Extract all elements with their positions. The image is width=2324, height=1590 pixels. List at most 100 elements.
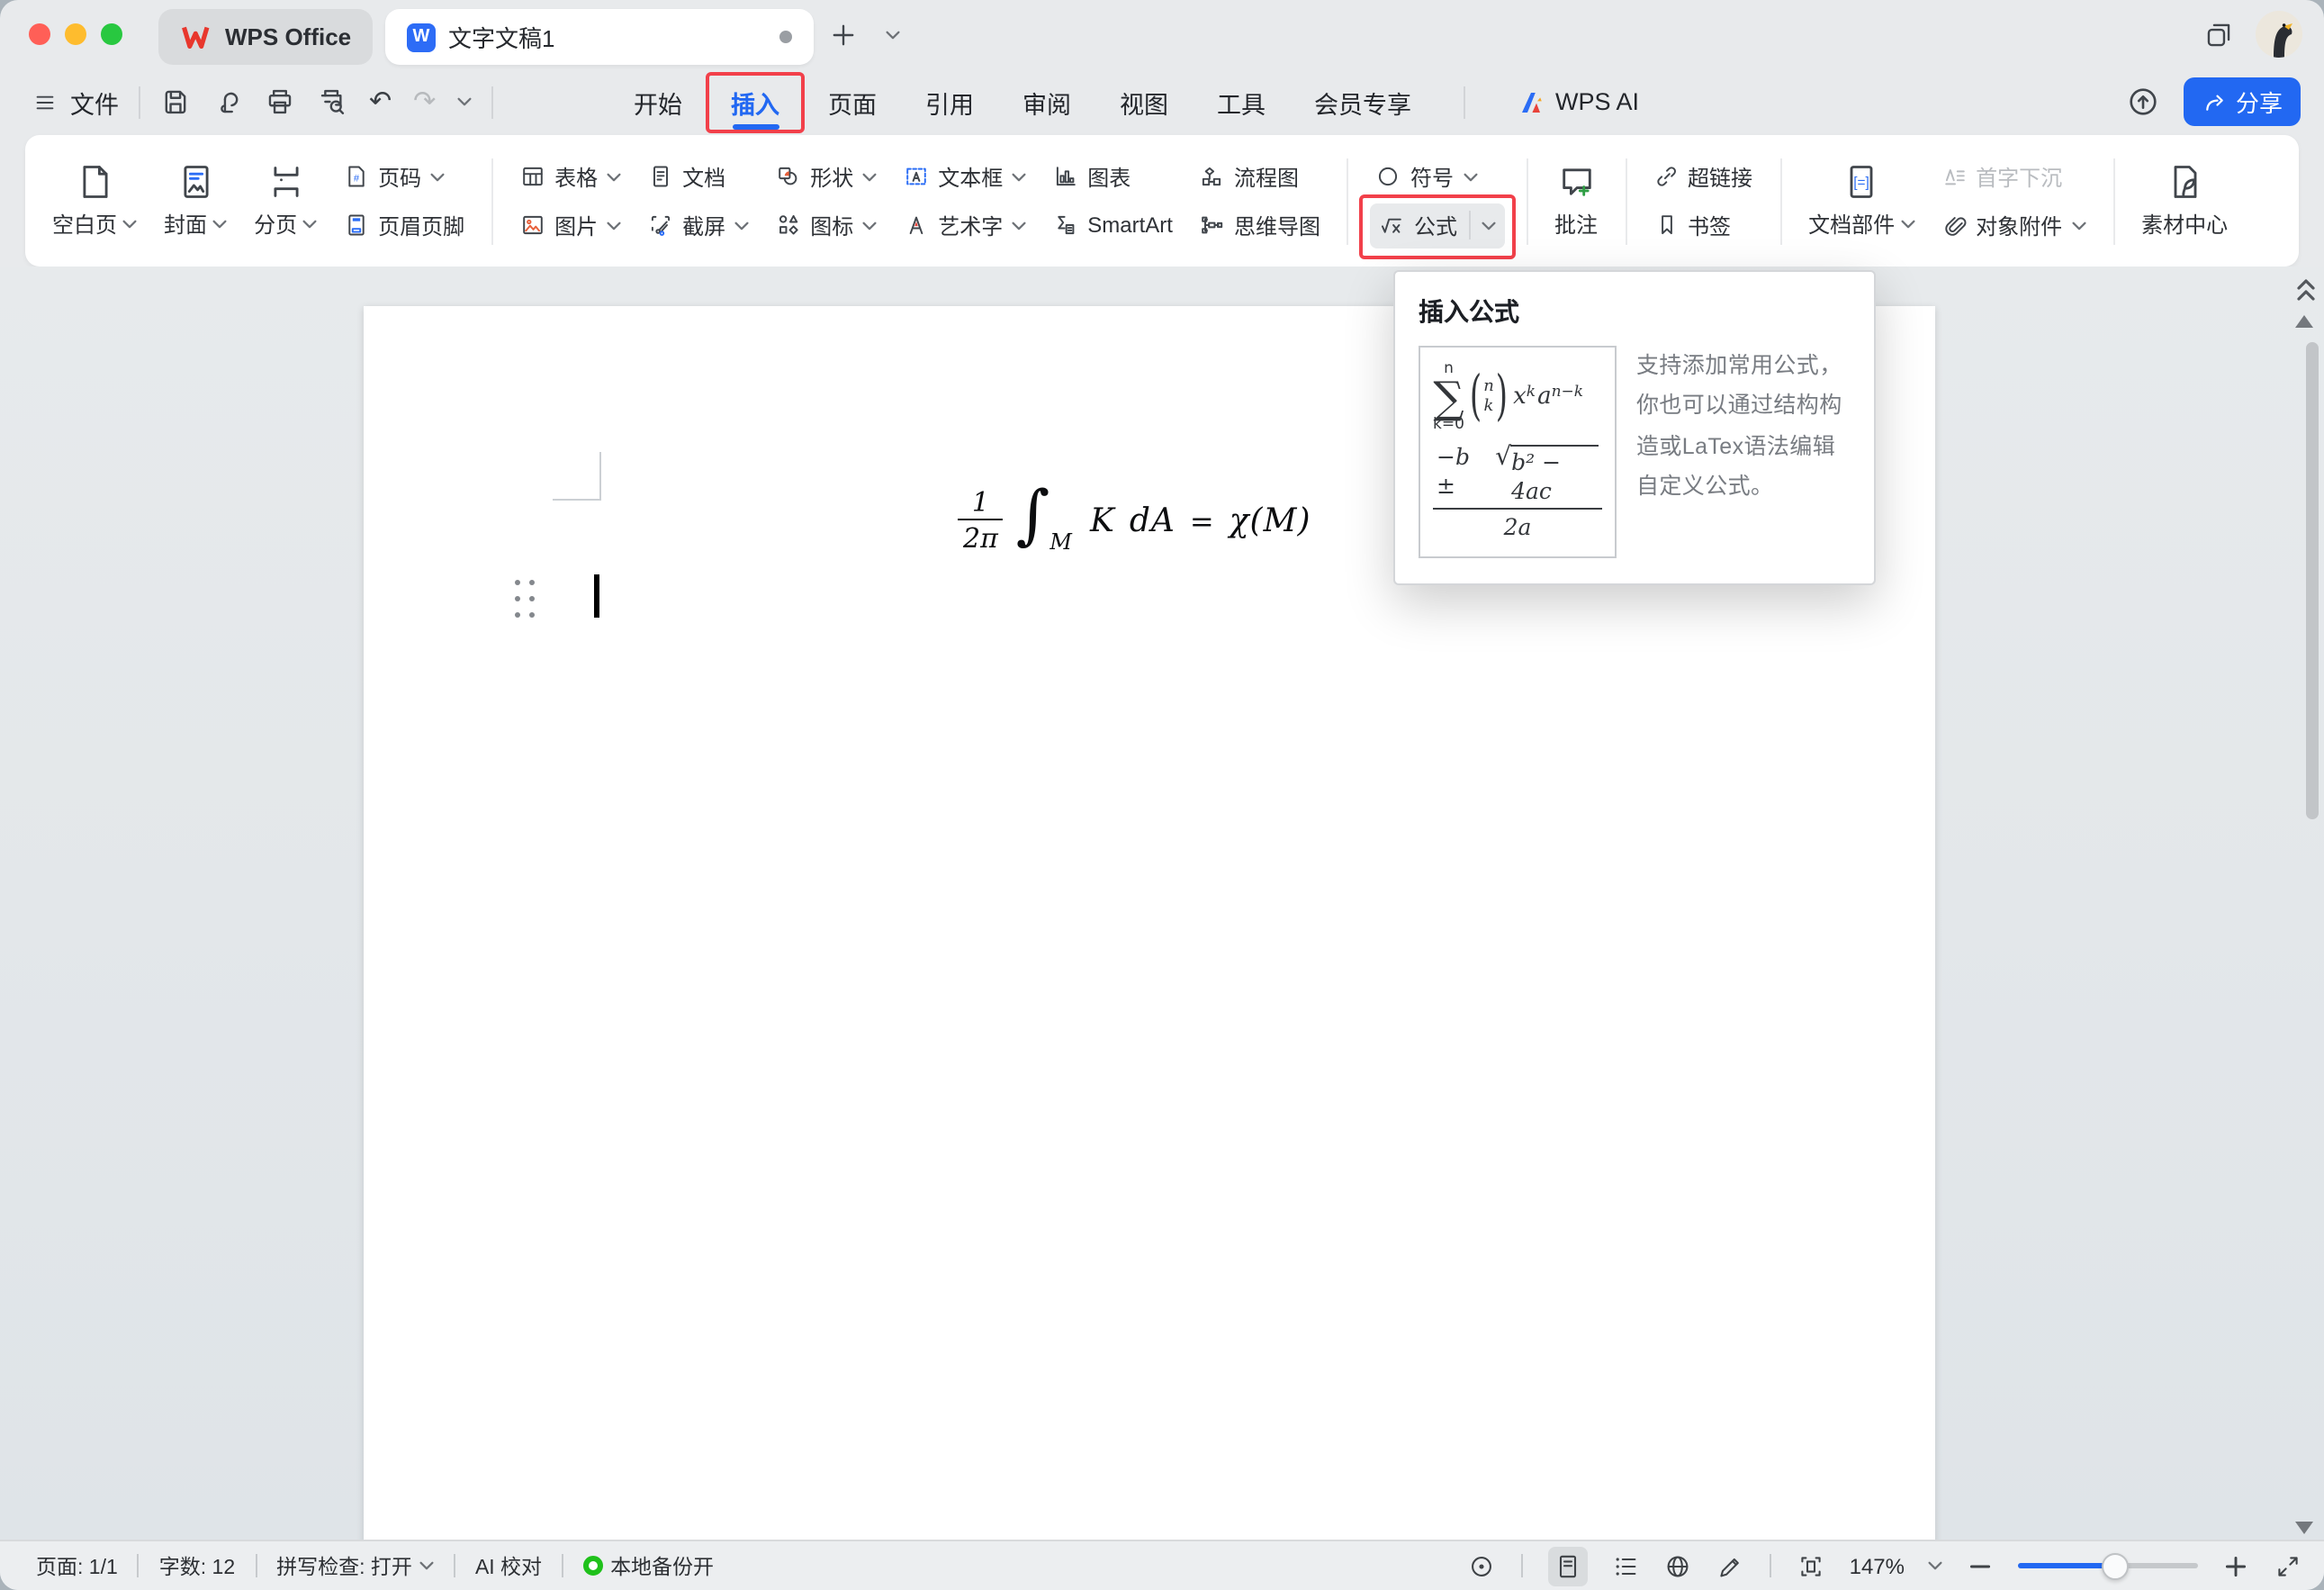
qat-more-chevron-icon[interactable] — [457, 97, 472, 106]
scroll-up-arrow[interactable] — [2295, 315, 2313, 328]
wps-logo-icon — [180, 23, 212, 50]
bookmark-button[interactable]: 书签 — [1648, 203, 1758, 248]
tab-tools[interactable]: 工具 — [1217, 68, 1266, 135]
formula-button[interactable]: 公式 — [1371, 203, 1504, 248]
writer-doc-icon: W — [407, 23, 436, 51]
home-tab-label: WPS Office — [225, 23, 351, 50]
tab-membership[interactable]: 会员专享 — [1314, 68, 1411, 135]
smart-art-button[interactable]: SmartArt — [1048, 203, 1178, 248]
tab-label: 审阅 — [1022, 84, 1071, 120]
document-tab[interactable]: W 文字文稿1 — [385, 9, 814, 65]
button-label: 书签 — [1688, 210, 1731, 240]
local-backup-status[interactable]: 本地备份开 — [583, 1551, 714, 1580]
tab-view[interactable]: 视图 — [1120, 68, 1168, 135]
zoom-chevron-icon[interactable] — [1928, 1561, 1942, 1570]
page-number-button[interactable]: # 页码 — [338, 154, 470, 199]
button-label: 图片 — [554, 210, 598, 240]
page-view-button[interactable] — [1549, 1546, 1589, 1585]
zoom-slider[interactable] — [2018, 1563, 2198, 1568]
material-center-icon — [2165, 162, 2204, 202]
fullscreen-icon[interactable] — [2274, 1551, 2302, 1580]
outline-view-icon[interactable] — [1612, 1551, 1641, 1580]
word-art-button[interactable]: 艺术字 — [898, 203, 1031, 248]
tab-page[interactable]: 页面 — [828, 68, 877, 135]
web-view-icon[interactable] — [1664, 1551, 1693, 1580]
pen-annotate-icon[interactable] — [1716, 1551, 1745, 1580]
close-button[interactable] — [29, 23, 50, 45]
screenshot-button[interactable]: 截屏 — [643, 203, 754, 248]
ai-proofread-button[interactable]: AI 校对 — [475, 1551, 542, 1580]
object-attachment-button[interactable]: 对象附件 — [1936, 203, 2091, 248]
scrollbar-thumb[interactable] — [2306, 342, 2319, 819]
menu-bar: 文件 ↶ ↷ 开始 插入 页面 引用 审阅 视图 工具 会员专享 — [0, 68, 2324, 135]
flowchart-button[interactable]: 流程图 — [1194, 154, 1326, 199]
chart-button[interactable]: 图表 — [1048, 154, 1178, 199]
save-icon[interactable] — [160, 86, 191, 117]
home-tab[interactable]: WPS Office — [158, 9, 373, 65]
divider — [491, 158, 493, 244]
chevron-down-icon — [419, 1561, 434, 1570]
document-button[interactable]: 文档 — [643, 154, 754, 199]
table-button[interactable]: 表格 — [515, 154, 626, 199]
collapse-ribbon-icon[interactable] — [2295, 277, 2317, 303]
tab-review[interactable]: 审阅 — [1022, 68, 1071, 135]
page-break-button[interactable]: 分页 — [248, 158, 322, 243]
shapes-button[interactable]: 形状 — [770, 154, 882, 199]
hyperlink-button[interactable]: 超链接 — [1648, 154, 1758, 199]
blank-page-button[interactable]: 空白页 — [47, 158, 142, 243]
print-preview-icon[interactable] — [317, 86, 347, 117]
page-count[interactable]: 页面: 1/1 — [36, 1551, 118, 1580]
equation-object[interactable]: 1 2π ∫ M K dA = χ(M) — [958, 486, 1311, 555]
paragraph-drag-handle-icon[interactable] — [515, 580, 535, 618]
table-picture-group: 表格 图片 — [515, 154, 626, 248]
maximize-button[interactable] — [101, 23, 122, 45]
fit-page-icon[interactable] — [1797, 1551, 1826, 1580]
material-center-button[interactable]: 素材中心 — [2136, 158, 2233, 243]
undo-icon[interactable]: ↶ — [369, 88, 392, 115]
header-footer-button[interactable]: 页眉页脚 — [338, 203, 470, 248]
mind-map-button[interactable]: 思维导图 — [1194, 203, 1326, 248]
text-box-button[interactable]: 文本框 — [898, 154, 1031, 199]
screenshot-icon — [648, 212, 673, 238]
doc-parts-button[interactable]: [=] 文档部件 — [1803, 158, 1920, 243]
new-window-button[interactable] — [2203, 19, 2234, 50]
new-tab-button[interactable] — [824, 18, 860, 50]
spell-check-toggle[interactable]: 拼写检查: 打开 — [276, 1551, 434, 1580]
icons-button[interactable]: 图标 — [770, 203, 882, 248]
zoom-level[interactable]: 147% — [1850, 1553, 1905, 1578]
summation-formula: n ∑ k=0 ( nk ) xk an−k — [1433, 362, 1602, 434]
zoom-out-icon[interactable] — [1966, 1551, 1995, 1580]
zoom-in-icon[interactable] — [2221, 1551, 2250, 1580]
icons-icon — [776, 212, 801, 238]
upload-cloud-icon[interactable] — [2126, 85, 2160, 119]
scroll-down-arrow[interactable] — [2295, 1522, 2313, 1534]
wps-ai-icon — [1518, 87, 1546, 116]
word-count[interactable]: 字数: 12 — [159, 1551, 235, 1580]
format-painter-icon[interactable] — [212, 86, 243, 117]
tab-home-ribbon[interactable]: 开始 — [634, 68, 682, 135]
tab-reference[interactable]: 引用 — [925, 68, 974, 135]
minimize-button[interactable] — [65, 23, 86, 45]
chart-smartart-group: 图表 SmartArt — [1048, 154, 1178, 248]
mind-map-icon — [1200, 212, 1225, 238]
zoom-slider-knob[interactable] — [2102, 1552, 2129, 1579]
plus-icon — [827, 19, 858, 50]
flowchart-icon — [1200, 164, 1225, 189]
tab-wps-ai[interactable]: WPS AI — [1518, 87, 1639, 116]
tab-list-button[interactable] — [875, 18, 911, 50]
button-label: 分页 — [254, 209, 297, 239]
text-cursor — [594, 574, 599, 618]
chevron-down-icon[interactable] — [1481, 221, 1495, 230]
tab-insert[interactable]: 插入 — [731, 68, 779, 135]
cover-button[interactable]: 封面 — [158, 158, 232, 243]
comment-button[interactable]: 批注 — [1549, 158, 1603, 243]
share-button[interactable]: 分享 — [2184, 77, 2301, 126]
symbol-button[interactable]: 符号 — [1371, 154, 1504, 199]
file-menu[interactable]: 文件 — [32, 84, 119, 120]
document-screenshot-group: 文档 截屏 — [643, 154, 754, 248]
preview-eye-icon[interactable] — [1468, 1551, 1497, 1580]
picture-button[interactable]: 图片 — [515, 203, 626, 248]
print-icon[interactable] — [265, 86, 295, 117]
chevron-down-icon — [1012, 221, 1026, 230]
avatar[interactable] — [2256, 11, 2302, 58]
